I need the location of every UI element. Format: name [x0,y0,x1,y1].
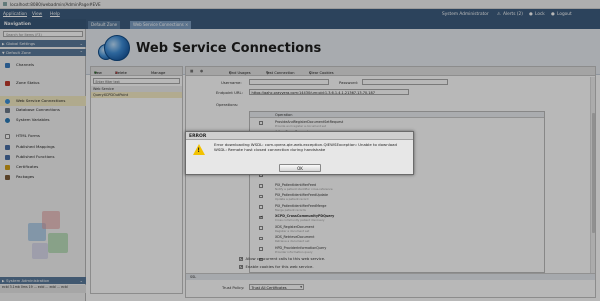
error-dialog: ERROR ! Error downloading WSDL: com.qver… [185,131,414,175]
warning-icon-mark: ! [197,146,201,154]
dialog-title: ERROR [186,132,413,140]
dialog-message: Error downloading WSDL: com.qvera.qie.we… [214,142,397,152]
ok-button[interactable]: OK [279,164,321,172]
